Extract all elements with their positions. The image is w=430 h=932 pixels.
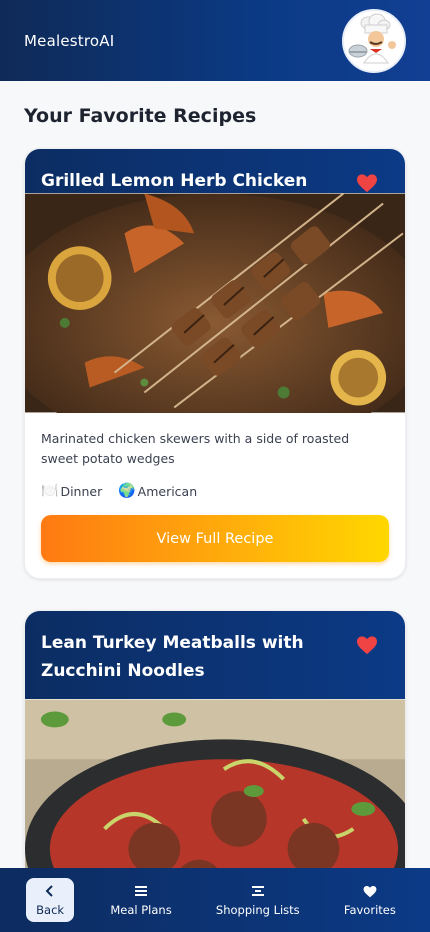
heart-icon <box>362 883 378 899</box>
cuisine-tag: 🌍 American <box>118 483 197 499</box>
recipe-tags: 🍽️ Dinner 🌍 American <box>41 483 389 499</box>
recipe-card-header: Grilled Lemon Herb Chicken Skewers <box>25 149 405 219</box>
view-full-recipe-button[interactable]: View Full Recipe <box>41 515 389 562</box>
nav-label: Favorites <box>343 903 396 917</box>
meal-type-tag: 🍽️ Dinner <box>41 483 102 499</box>
recipe-description: Marinated chicken skewers with a side of… <box>41 431 350 466</box>
app-header: MealestroAI <box>0 0 430 81</box>
recipe-card: Lean Turkey Meatballs with Zucchini Nood… <box>24 610 406 910</box>
app-brand: MealestroAI <box>24 31 115 50</box>
globe-icon: 🌍 <box>118 483 136 499</box>
recipe-card-header: Lean Turkey Meatballs with Zucchini Nood… <box>25 611 405 699</box>
recipe-card: Grilled Lemon Herb Chicken Skewers <box>24 148 406 579</box>
favorite-button[interactable] <box>353 631 381 659</box>
nav-label: Shopping Lists <box>215 903 300 917</box>
recipe-title: Lean Turkey Meatballs with Zucchini Nood… <box>41 633 304 681</box>
plate-icon: 🍽️ <box>41 483 59 499</box>
favorite-button[interactable] <box>353 169 381 197</box>
nav-label: Back <box>36 903 65 917</box>
nav-item-back[interactable]: Back <box>26 878 75 922</box>
meal-type-label: Dinner <box>60 483 103 499</box>
menu-lines-icon <box>133 883 149 899</box>
cuisine-label: American <box>137 483 198 499</box>
list-icon <box>250 883 266 899</box>
heart-icon <box>357 174 377 193</box>
nav-item-meal-plans[interactable]: Meal Plans <box>102 878 179 922</box>
heart-icon <box>357 636 377 655</box>
recipe-card-body: Marinated chicken skewers with a side of… <box>25 413 405 578</box>
bottom-navigation: Back Meal Plans Shopping Lists Favorites <box>0 868 430 932</box>
chef-avatar-icon[interactable] <box>342 8 406 73</box>
nav-item-shopping-lists[interactable]: Shopping Lists <box>208 878 308 922</box>
nav-item-favorites[interactable]: Favorites <box>336 878 404 922</box>
recipe-image-chicken-skewers <box>25 193 405 413</box>
chevron-left-icon <box>42 883 58 899</box>
page-title: Your Favorite Recipes <box>24 105 257 127</box>
nav-label: Meal Plans <box>110 903 172 917</box>
